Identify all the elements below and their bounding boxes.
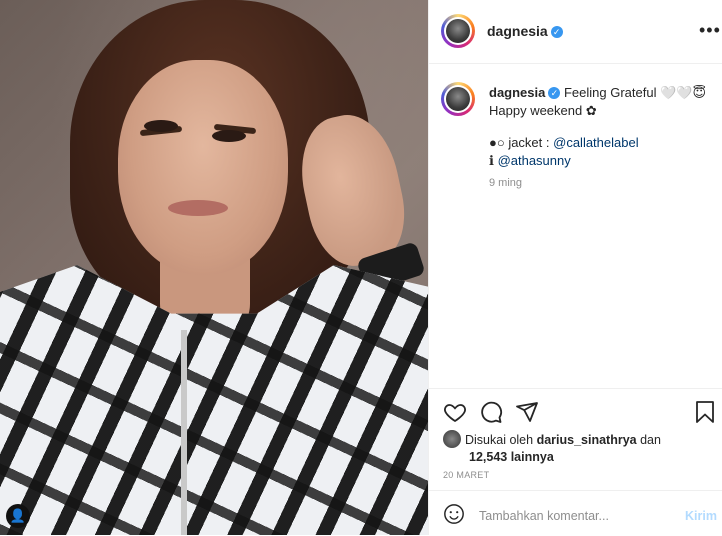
- caption: dagnesia ✓ Feeling Grateful 🤍🤍😇 Happy wee…: [489, 84, 711, 170]
- verified-icon: ✓: [550, 26, 563, 38]
- header-username[interactable]: dagnesia: [487, 23, 548, 39]
- face: [118, 60, 288, 275]
- caption-line-1: dagnesia ✓ Feeling Grateful 🤍🤍😇: [489, 84, 711, 102]
- heart-icon[interactable]: [443, 400, 467, 424]
- caption-line-2: Happy weekend ✿: [489, 103, 597, 118]
- actions-divider: [429, 388, 722, 390]
- link-callathelabel[interactable]: @callathelabel: [553, 135, 638, 150]
- link-athasunny[interactable]: @athasunny: [498, 153, 571, 168]
- credit-jacket-label: ●○ jacket :: [489, 135, 554, 150]
- lips: [168, 200, 228, 216]
- credit-photo-label: ℹ: [489, 153, 498, 168]
- avatar-image: [446, 19, 470, 43]
- comment-input[interactable]: Tambahkan komentar...: [479, 509, 609, 523]
- avatar-inner: [444, 17, 472, 45]
- likes-summary: Disukai oleh darius_sinathrya dan 12,543…: [443, 430, 713, 466]
- post-side-panel: dagnesia ✓ ••• dagnesia ✓ Feeling Grateful…: [428, 0, 722, 535]
- left-eye: [144, 120, 178, 132]
- send-button[interactable]: Kirim: [685, 509, 717, 523]
- caption-username[interactable]: dagnesia: [489, 85, 545, 100]
- avatar-inner: [444, 85, 472, 113]
- verified-icon: ✓: [548, 87, 561, 99]
- emoji-icon[interactable]: [443, 503, 465, 525]
- avatar-image: [446, 87, 470, 111]
- liker-avatar[interactable]: [443, 430, 461, 448]
- header-username-block: dagnesia ✓: [487, 23, 563, 39]
- post-header: dagnesia ✓ •••: [429, 0, 722, 64]
- post-photo[interactable]: 👤: [0, 0, 428, 535]
- more-icon[interactable]: •••: [699, 20, 721, 41]
- credit-jacket: ●○ jacket : @callathelabel: [489, 134, 711, 152]
- liked-by-user[interactable]: darius_sinathrya: [537, 433, 637, 447]
- share-icon[interactable]: [515, 400, 539, 424]
- credit-photo: ℹ @athasunny: [489, 152, 711, 170]
- tagged-user-icon[interactable]: 👤: [6, 504, 30, 528]
- right-eye: [212, 130, 246, 142]
- zipper: [181, 330, 187, 535]
- comment-bar: Tambahkan komentar... Kirim: [429, 490, 722, 536]
- bookmark-icon[interactable]: [694, 400, 716, 424]
- caption-avatar[interactable]: [441, 82, 475, 116]
- liked-by-and: dan: [636, 433, 661, 447]
- comment-icon[interactable]: [479, 400, 503, 424]
- liked-by-label: Disukai oleh: [465, 433, 537, 447]
- post-date[interactable]: 20 MARET: [443, 470, 489, 480]
- header-avatar[interactable]: [441, 14, 475, 48]
- caption-time[interactable]: 9 ming: [489, 177, 522, 189]
- caption-text: Feeling Grateful 🤍🤍😇: [563, 85, 707, 100]
- likes-count[interactable]: 12,543 lainnya: [469, 450, 554, 464]
